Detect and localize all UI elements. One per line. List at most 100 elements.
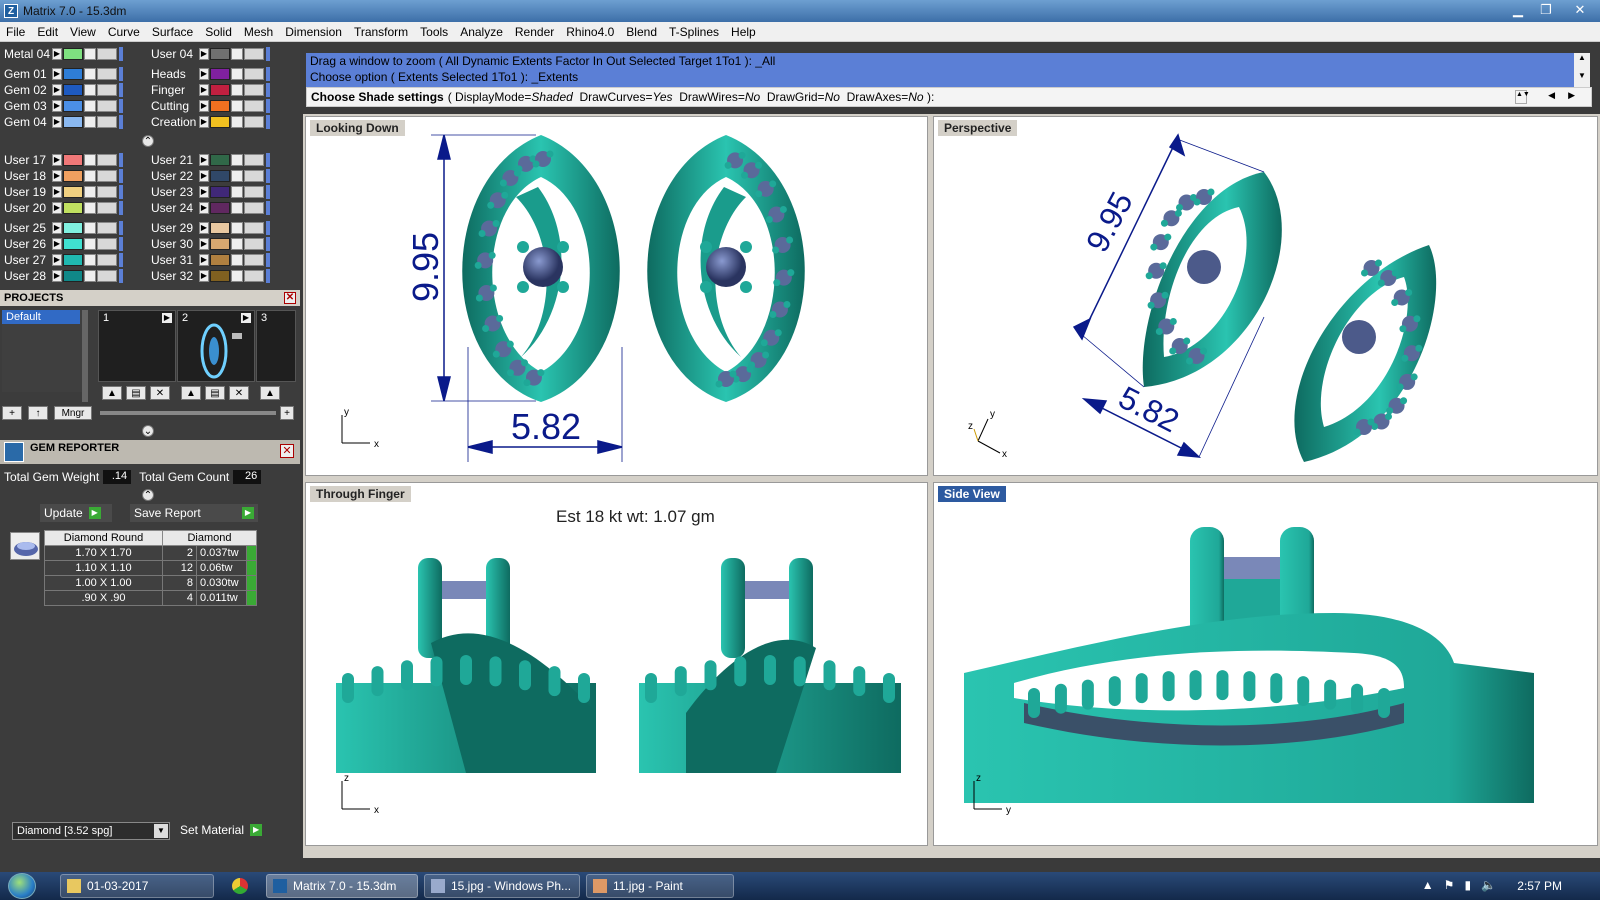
command-prompt[interactable]: Choose Shade settings ( DisplayMode=Shad… <box>306 87 1592 107</box>
layer-row[interactable]: User 24 ▶ <box>147 200 270 216</box>
next-arrow-icon[interactable]: ▶ <box>1568 90 1575 101</box>
layer-visibility-toggle[interactable] <box>97 222 117 234</box>
layer-expand-icon[interactable]: ▶ <box>52 254 62 266</box>
project-list[interactable]: Default <box>2 310 88 392</box>
layer-expand-icon[interactable]: ▶ <box>199 84 209 96</box>
chrome-icon[interactable] <box>232 878 248 894</box>
layer-visibility-toggle[interactable] <box>244 170 264 182</box>
spin-icon[interactable]: ▲▼ <box>1515 90 1530 104</box>
collapse-projects-icon[interactable]: ⌄ <box>142 425 154 437</box>
layer-color-swatch[interactable] <box>63 254 83 266</box>
layer-visibility-toggle[interactable] <box>244 84 264 96</box>
layer-row[interactable]: User 31 ▶ <box>147 252 270 268</box>
thumb3-up-icon[interactable]: ▲ <box>260 386 280 400</box>
lock-icon[interactable] <box>231 48 243 60</box>
lock-icon[interactable] <box>84 238 96 250</box>
project-item-default[interactable]: Default <box>2 310 80 324</box>
layer-visibility-toggle[interactable] <box>97 68 117 80</box>
layer-expand-icon[interactable]: ▶ <box>52 100 62 112</box>
layer-expand-icon[interactable]: ▶ <box>199 254 209 266</box>
thumb-add-icon[interactable]: + <box>280 406 294 420</box>
layer-expand-icon[interactable]: ▶ <box>199 48 209 60</box>
lock-icon[interactable] <box>231 68 243 80</box>
close-projects-icon[interactable]: ✕ <box>284 292 296 304</box>
manager-button[interactable]: Mngr <box>54 406 92 420</box>
lock-icon[interactable] <box>231 154 243 166</box>
layer-visibility-toggle[interactable] <box>244 48 264 60</box>
taskbar-item-paint[interactable]: 11.jpg - Paint <box>586 874 734 898</box>
thumb-save-icon[interactable]: ▤ <box>126 386 146 400</box>
thumb2-save-icon[interactable]: ▤ <box>205 386 225 400</box>
viewport-side-view[interactable]: zy Side View <box>933 482 1598 846</box>
chevron-down-icon[interactable]: ▼ <box>154 824 168 838</box>
flag-icon[interactable]: ⚑ <box>1444 878 1455 892</box>
layer-row[interactable]: Heads ▶ <box>147 66 270 82</box>
lock-icon[interactable] <box>231 116 243 128</box>
layer-visibility-toggle[interactable] <box>97 100 117 112</box>
menu-curve[interactable]: Curve <box>102 25 146 39</box>
layer-visibility-toggle[interactable] <box>97 186 117 198</box>
menu-edit[interactable]: Edit <box>31 25 64 39</box>
layer-color-swatch[interactable] <box>63 222 83 234</box>
clock[interactable]: 2:57 PM <box>1517 879 1562 893</box>
layer-row[interactable]: User 22 ▶ <box>147 168 270 184</box>
layer-visibility-toggle[interactable] <box>97 84 117 96</box>
layer-color-swatch[interactable] <box>63 68 83 80</box>
layer-color-swatch[interactable] <box>63 170 83 182</box>
table-row[interactable]: 1.10 X 1.10 12 0.06tw <box>44 560 257 576</box>
layer-expand-icon[interactable]: ▶ <box>52 84 62 96</box>
menu-blend[interactable]: Blend <box>620 25 663 39</box>
menu-surface[interactable]: Surface <box>146 25 199 39</box>
lock-icon[interactable] <box>84 202 96 214</box>
layer-row[interactable]: Cutting ▶ <box>147 98 270 114</box>
layer-visibility-toggle[interactable] <box>244 186 264 198</box>
add-project-icon[interactable]: + <box>2 406 22 420</box>
layer-visibility-toggle[interactable] <box>244 202 264 214</box>
layer-expand-icon[interactable]: ▶ <box>52 48 62 60</box>
menu-rhino4[interactable]: Rhino4.0 <box>560 25 620 39</box>
lock-icon[interactable] <box>231 170 243 182</box>
lock-icon[interactable] <box>84 100 96 112</box>
menu-help[interactable]: Help <box>725 25 762 39</box>
row-arrow-icon[interactable] <box>246 590 257 606</box>
layer-row[interactable]: User 28 ▶ <box>0 268 123 284</box>
layer-row[interactable]: User 27 ▶ <box>0 252 123 268</box>
taskbar-item-photo-viewer[interactable]: 15.jpg - Windows Ph... <box>424 874 580 898</box>
lock-icon[interactable] <box>231 186 243 198</box>
collapse-gem-icon[interactable]: ⌃ <box>142 489 154 501</box>
project-list-scrollbar[interactable] <box>82 310 88 402</box>
layer-color-swatch[interactable] <box>63 186 83 198</box>
taskbar-item-folder[interactable]: 01-03-2017 <box>60 874 214 898</box>
layer-visibility-toggle[interactable] <box>97 48 117 60</box>
lock-icon[interactable] <box>84 186 96 198</box>
layer-visibility-toggle[interactable] <box>97 238 117 250</box>
row-arrow-icon[interactable] <box>246 560 257 576</box>
layer-expand-icon[interactable]: ▶ <box>52 170 62 182</box>
viewport-title-perspective[interactable]: Perspective <box>938 120 1018 136</box>
command-history-scrollbar[interactable]: ▲ ▼ <box>1574 53 1590 87</box>
menu-analyze[interactable]: Analyze <box>454 25 509 39</box>
project-thumb-3[interactable]: 3 <box>256 310 296 382</box>
layer-row[interactable]: User 17 ▶ <box>0 152 123 168</box>
option-draw-grid[interactable]: DrawGrid=No <box>767 90 840 104</box>
layer-expand-icon[interactable]: ▶ <box>199 202 209 214</box>
tray-expand-icon[interactable]: ▲ <box>1422 878 1434 892</box>
lock-icon[interactable] <box>84 84 96 96</box>
layer-expand-icon[interactable]: ▶ <box>199 116 209 128</box>
layer-row[interactable]: User 21 ▶ <box>147 152 270 168</box>
layer-row[interactable]: Gem 01 ▶ <box>0 66 123 82</box>
option-draw-axes[interactable]: DrawAxes=No <box>847 90 924 104</box>
thumb-up-icon[interactable]: ▲ <box>102 386 122 400</box>
layer-row[interactable]: Finger ▶ <box>147 82 270 98</box>
network-icon[interactable]: ▮ <box>1464 878 1471 892</box>
update-button[interactable]: Update ▶ <box>40 504 112 522</box>
menu-file[interactable]: File <box>0 25 31 39</box>
layer-visibility-toggle[interactable] <box>97 154 117 166</box>
thumb2-delete-icon[interactable]: ✕ <box>229 386 249 400</box>
close-icon[interactable]: ✕ <box>1560 0 1600 20</box>
layer-visibility-toggle[interactable] <box>244 68 264 80</box>
volume-icon[interactable]: 🔈 <box>1481 878 1496 892</box>
layer-color-swatch[interactable] <box>63 238 83 250</box>
layer-row[interactable]: Gem 03 ▶ <box>0 98 123 114</box>
layer-color-swatch[interactable] <box>210 116 230 128</box>
